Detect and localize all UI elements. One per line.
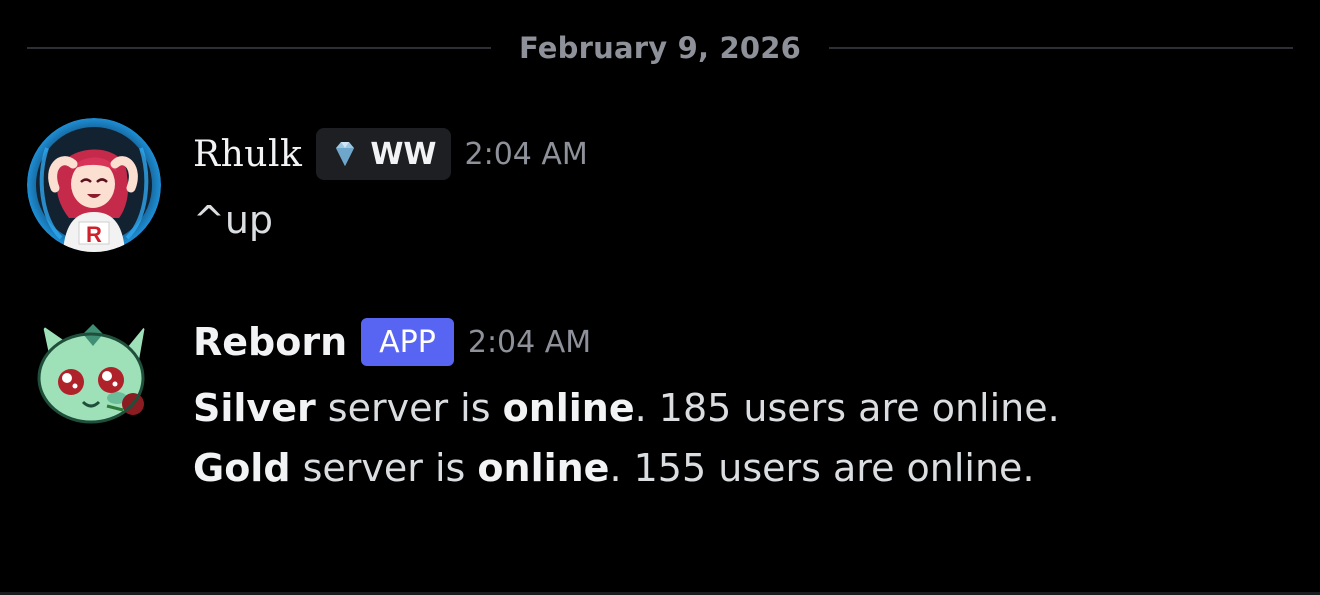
- message-header: Rhulk WW 2:04 AM: [193, 118, 1300, 190]
- server-name: Gold: [193, 446, 291, 490]
- divider-line-left: [27, 47, 491, 49]
- message-content-line: Gold server is online. 155 users are onl…: [193, 438, 1300, 498]
- message-text: . 185 users are online.: [634, 386, 1060, 430]
- date-divider-label: February 9, 2026: [518, 31, 802, 65]
- timestamp[interactable]: 2:04 AM: [465, 137, 588, 172]
- message-content: ^up: [193, 198, 274, 242]
- message-content-line: Silver server is online. 185 users are o…: [193, 378, 1300, 438]
- server-status: online: [502, 386, 635, 430]
- message-header: Reborn APP 2:04 AM: [193, 306, 1300, 378]
- server-tag-label: WW: [370, 136, 437, 172]
- message-text: . 155 users are online.: [609, 446, 1035, 490]
- avatar[interactable]: R: [27, 118, 161, 252]
- svg-text:R: R: [86, 222, 102, 247]
- message-text: server is: [315, 386, 503, 430]
- avatar[interactable]: [27, 306, 161, 440]
- diamond-icon: [336, 142, 355, 166]
- username[interactable]: Rhulk: [193, 134, 302, 175]
- timestamp[interactable]: 2:04 AM: [468, 325, 591, 360]
- server-status: online: [477, 446, 610, 490]
- message-text: server is: [290, 446, 478, 490]
- bulbasaur-avatar-icon: [27, 306, 161, 440]
- date-divider: February 9, 2026: [27, 28, 1293, 68]
- anime-avatar-icon: R: [27, 118, 161, 252]
- divider-line-right: [829, 47, 1293, 49]
- username[interactable]: Reborn: [193, 320, 347, 364]
- message-body: Rhulk WW 2:04 AM ^up: [193, 118, 1300, 250]
- server-tag[interactable]: WW: [316, 128, 451, 180]
- server-name: Silver: [193, 386, 316, 430]
- chat-view: February 9, 2026 R Rhulk WW 2:04 AM ^up …: [0, 0, 1320, 595]
- app-badge: APP: [361, 318, 454, 366]
- message-body: Reborn APP 2:04 AM Silver server is onli…: [193, 306, 1300, 498]
